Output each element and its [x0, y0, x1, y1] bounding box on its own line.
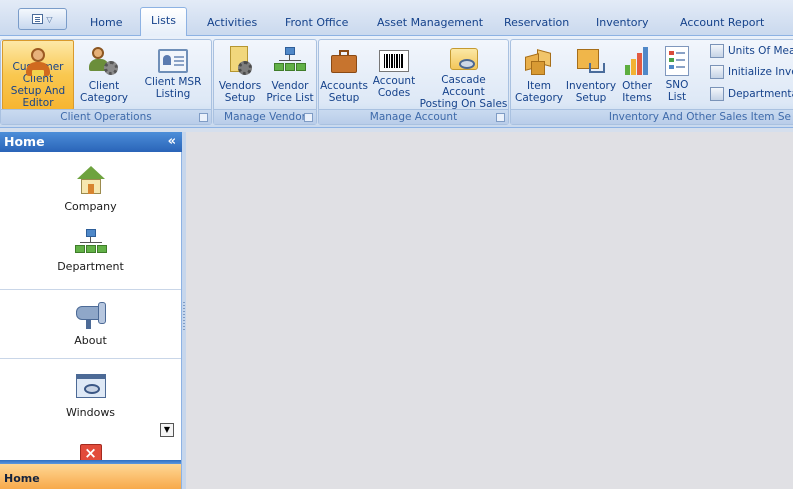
group-caption: Manage Account — [319, 109, 508, 124]
other-items-button[interactable]: Other Items — [617, 40, 657, 110]
org-chart-icon — [74, 228, 107, 256]
group-caption: Inventory And Other Sales Item Se — [511, 109, 793, 124]
small-item-label: Units Of Mea — [728, 45, 793, 57]
units-icon — [710, 44, 724, 58]
vendor-price-list-button[interactable]: Vendor Price List — [264, 40, 316, 110]
accounts-setup-button[interactable]: Accounts Setup — [319, 40, 369, 110]
id-card-icon — [158, 49, 188, 73]
tab-home[interactable]: Home — [90, 12, 122, 34]
vendors-setup-button[interactable]: Vendors Setup — [216, 40, 264, 110]
divider — [0, 358, 181, 359]
cascade-account-posting-button[interactable]: Cascade Account Posting On Sales — [419, 40, 508, 110]
eye-screen-icon — [448, 45, 480, 71]
initialize-icon — [710, 65, 724, 79]
ribbon-tab-bar: ▽ Home Lists Activities Front Office Ass… — [0, 0, 793, 37]
dialog-launcher-icon[interactable] — [304, 113, 313, 122]
item-category-button[interactable]: Item Category — [515, 40, 563, 110]
button-label: Inventory Setup — [565, 80, 617, 104]
nav-item-label: Windows — [65, 406, 116, 419]
group-caption: Client Operations — [1, 109, 211, 124]
divider — [0, 289, 181, 290]
nav-item-close[interactable]: × — [0, 442, 181, 460]
client-msr-listing-button[interactable]: Client MSR Listing — [139, 40, 207, 110]
departmental-button[interactable]: Departmenta — [710, 85, 793, 103]
customer-client-setup-button[interactable]: Customer Client Setup And Editor — [2, 40, 74, 110]
panel-footer-home[interactable]: Home — [0, 464, 181, 489]
small-item-label: Departmenta — [728, 88, 793, 100]
client-category-icon — [88, 45, 120, 77]
tab-account-report[interactable]: Account Report — [680, 12, 764, 34]
tab-lists[interactable]: Lists — [140, 7, 187, 37]
customer-client-icon — [22, 46, 54, 76]
button-label: Client MSR Listing — [144, 76, 202, 100]
initialize-inventory-button[interactable]: Initialize Inve — [710, 63, 793, 81]
tab-front-office[interactable]: Front Office — [285, 12, 348, 34]
department-icon — [710, 87, 724, 101]
button-label: Cascade Account Posting On Sales — [419, 74, 508, 110]
group-manage-account: Accounts Setup Account Codes Cascade Acc… — [318, 39, 509, 125]
button-label: Vendors Setup — [218, 80, 262, 104]
navigation-panel: Home « Company Department About Windows … — [0, 132, 182, 489]
button-label: Accounts Setup — [320, 80, 368, 104]
sno-list-button[interactable]: SNO List — [659, 40, 695, 110]
chevron-down-icon: ▽ — [46, 14, 53, 24]
account-codes-button[interactable]: Account Codes — [369, 40, 419, 110]
nav-item-label: Company — [64, 200, 117, 213]
units-of-measure-button[interactable]: Units Of Mea — [710, 42, 793, 60]
ribbon: Customer Client Setup And Editor Client … — [0, 36, 793, 128]
button-label: Item Category — [515, 80, 563, 104]
nav-item-label: Department — [57, 260, 124, 273]
nav-item-about[interactable]: About — [0, 300, 181, 347]
cubes-icon — [523, 45, 555, 77]
app-menu-icon — [32, 14, 44, 24]
client-category-button[interactable]: Client Category — [77, 40, 131, 110]
button-label: Other Items — [622, 80, 652, 104]
barcode-icon — [379, 50, 409, 72]
tab-asset-management[interactable]: Asset Management — [377, 12, 483, 34]
button-label: Account Codes — [372, 75, 416, 99]
inventory-setup-button[interactable]: Inventory Setup — [566, 40, 616, 110]
tab-inventory[interactable]: Inventory — [596, 12, 649, 34]
button-label: Client Category — [80, 80, 128, 104]
main-workspace — [186, 132, 793, 489]
window-eye-icon — [74, 372, 108, 402]
tab-activities[interactable]: Activities — [207, 12, 257, 34]
close-icon: × — [77, 442, 105, 460]
group-manage-vendor: Vendors Setup Vendor Price List Manage V… — [213, 39, 317, 125]
nav-item-windows[interactable]: Windows — [0, 372, 181, 419]
collapse-panel-button[interactable]: « — [168, 132, 176, 151]
button-label: Vendor Price List — [266, 80, 314, 104]
panel-title: Home — [4, 134, 45, 149]
nav-item-company[interactable]: Company — [0, 166, 181, 213]
hierarchy-icon — [274, 45, 306, 77]
dialog-launcher-icon[interactable] — [199, 113, 208, 122]
nav-item-label: About — [74, 334, 107, 347]
bar-chart-icon — [621, 45, 653, 77]
group-client-operations: Customer Client Setup And Editor Client … — [0, 39, 212, 125]
panel-scroll-down-button[interactable]: ▼ — [160, 423, 174, 437]
nav-item-department[interactable]: Department — [0, 228, 181, 273]
button-label: SNO List — [665, 79, 689, 103]
group-inventory-other-sales: Item Category Inventory Setup Other Item… — [510, 39, 793, 125]
briefcase-icon — [328, 45, 360, 77]
group-caption: Manage Vendor — [214, 109, 316, 124]
house-icon — [75, 166, 107, 196]
list-icon — [665, 46, 689, 76]
megaphone-icon — [74, 300, 108, 330]
vendor-setup-icon — [224, 45, 256, 77]
panel-header: Home « — [0, 132, 182, 152]
cart-box-icon — [575, 45, 607, 77]
tab-reservation[interactable]: Reservation — [504, 12, 569, 34]
dialog-launcher-icon[interactable] — [496, 113, 505, 122]
small-item-label: Initialize Inve — [728, 66, 793, 78]
application-menu-button[interactable]: ▽ — [18, 8, 67, 30]
